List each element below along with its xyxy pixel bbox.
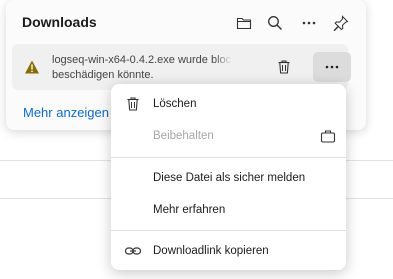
delete-download-button[interactable]: [269, 54, 299, 80]
download-status-line2: beschädigen könnte.: [52, 69, 154, 81]
menu-divider: [111, 230, 346, 231]
menu-item-learn-more[interactable]: Mehr erfahren: [111, 195, 346, 225]
menu-item-delete[interactable]: Löschen: [111, 89, 346, 119]
search-icon[interactable]: [262, 10, 288, 36]
menu-item-report-safe[interactable]: Diese Datei als sicher melden: [111, 163, 346, 193]
download-context-menu: Löschen Beibehalten Diese Datei als sich…: [111, 84, 346, 270]
download-more-button[interactable]: [313, 52, 351, 82]
menu-item-label: Mehr erfahren: [153, 204, 226, 216]
menu-item-copy-link[interactable]: Downloadlink kopieren: [111, 236, 346, 266]
trash-icon: [278, 60, 290, 74]
more-horizontal-icon[interactable]: [296, 10, 322, 36]
menu-divider: [111, 157, 346, 158]
menu-item-label: Löschen: [153, 98, 197, 110]
more-horizontal-icon: [325, 65, 339, 69]
show-more-link[interactable]: Mehr anzeigen: [23, 105, 109, 120]
menu-item-label: Diese Datei als sicher melden: [153, 172, 306, 184]
trash-icon: [123, 94, 143, 114]
folder-icon[interactable]: [231, 10, 257, 36]
menu-item-keep: Beibehalten: [111, 121, 346, 151]
warning-icon: [24, 59, 40, 75]
briefcase-icon: [320, 128, 336, 144]
download-status-text: logseq-win-x64-0.4.2.exe wurde blockiert…: [52, 53, 232, 83]
link-icon: [123, 241, 143, 261]
menu-item-label: Beibehalten: [153, 130, 214, 142]
menu-item-label: Downloadlink kopieren: [153, 245, 269, 257]
panel-title: Downloads: [22, 14, 97, 30]
download-status-line1: logseq-win-x64-0.4.2.exe wurde blockiert: [52, 54, 232, 66]
pin-icon[interactable]: [328, 10, 354, 36]
